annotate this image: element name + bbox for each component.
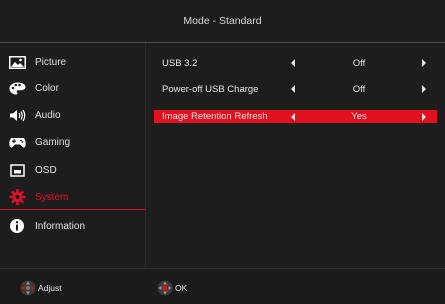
adjust-label: Adjust xyxy=(38,283,62,293)
left-arrow-icon[interactable] xyxy=(291,59,295,67)
osd-window-icon xyxy=(8,162,26,178)
sidebar-item-system[interactable]: System xyxy=(0,184,145,210)
settings-panel: USB 3.2 Off Power-off USB Charge Off Ima… xyxy=(146,43,445,267)
footer-ok-hint: OK xyxy=(157,280,187,296)
right-arrow-icon[interactable] xyxy=(422,59,426,67)
palette-icon xyxy=(8,80,26,96)
ok-label: OK xyxy=(175,283,188,293)
sidebar-item-label: Audio xyxy=(35,109,61,121)
setting-label: Image Retention Refresh xyxy=(162,111,268,122)
gear-icon xyxy=(8,189,26,205)
sidebar-item-gaming[interactable]: Gaming xyxy=(8,129,141,155)
left-arrow-icon[interactable] xyxy=(291,85,295,93)
setting-row-usb[interactable]: USB 3.2 Off xyxy=(154,55,437,71)
sidebar: Picture Color Audio Gaming OSD System In… xyxy=(0,43,145,267)
osd-menu: Mode - Standard Picture Color Audio Gami… xyxy=(0,0,445,304)
menu-title: Mode - Standard xyxy=(0,0,445,43)
info-icon xyxy=(8,218,26,234)
picture-icon xyxy=(8,54,26,70)
dpad-ok-icon xyxy=(157,280,173,296)
setting-value: Yes xyxy=(351,111,367,122)
sidebar-item-label: Color xyxy=(35,82,59,94)
sidebar-item-information[interactable]: Information xyxy=(8,213,141,239)
sidebar-item-label: OSD xyxy=(35,164,57,176)
setting-value: Off xyxy=(352,57,366,69)
setting-label: USB 3.2 xyxy=(162,57,198,69)
setting-row-image-retention-refresh[interactable]: Image Retention Refresh Yes xyxy=(154,110,437,123)
setting-label: Power-off USB Charge xyxy=(162,83,259,95)
speaker-icon xyxy=(8,107,26,123)
sidebar-item-label: Information xyxy=(35,220,86,232)
sidebar-item-audio[interactable]: Audio xyxy=(8,102,141,128)
right-arrow-icon[interactable] xyxy=(422,112,426,121)
sidebar-item-osd[interactable]: OSD xyxy=(8,157,141,183)
sidebar-item-picture[interactable]: Picture xyxy=(8,49,141,75)
right-arrow-icon[interactable] xyxy=(422,85,426,93)
sidebar-item-label: Gaming xyxy=(35,136,71,148)
footer-bar: Adjust OK xyxy=(0,268,445,304)
sidebar-item-label: System xyxy=(35,191,69,203)
footer-adjust-hint: Adjust xyxy=(20,280,62,296)
sidebar-item-color[interactable]: Color xyxy=(8,75,141,101)
dpad-adjust-icon xyxy=(20,280,36,296)
sidebar-item-label: Picture xyxy=(35,56,67,68)
left-arrow-icon[interactable] xyxy=(291,112,295,121)
setting-row-power-off-usb-charge[interactable]: Power-off USB Charge Off xyxy=(154,81,437,97)
setting-value: Off xyxy=(352,83,366,95)
gamepad-icon xyxy=(8,134,26,150)
